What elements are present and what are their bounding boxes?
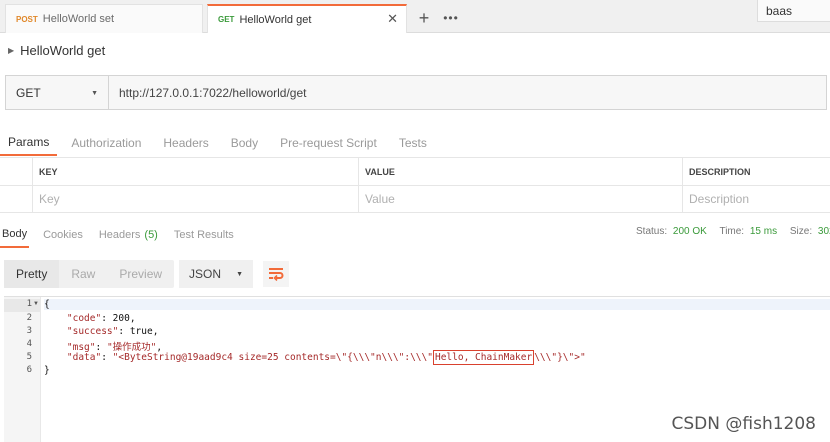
url-input[interactable]	[109, 76, 826, 109]
method-value: GET	[16, 85, 41, 100]
checkbox-cell	[0, 186, 32, 212]
response-tabs: Body Cookies Headers (5) Test Results	[0, 222, 248, 248]
key-cell	[32, 186, 358, 212]
method-select[interactable]: GET ▼	[6, 76, 109, 109]
code-line: "code": 200,	[44, 313, 136, 324]
status-label: Status:	[636, 226, 668, 237]
response-tab-test-results[interactable]: Test Results	[172, 222, 236, 248]
checkbox-column	[0, 158, 32, 185]
json-sep: :	[101, 352, 113, 363]
fold-icon[interactable]: ▼	[33, 301, 39, 307]
url-bar: GET ▼	[5, 75, 827, 110]
json-string: \\\"}\">"	[534, 352, 586, 363]
json-string: "<ByteString@19aad9c4 size=25 contents=\…	[112, 352, 433, 363]
request-title[interactable]: ▶ HelloWorld get	[8, 43, 105, 58]
watermark: CSDN @fish1208	[671, 414, 816, 434]
response-tab-body[interactable]: Body	[0, 222, 30, 248]
tab-bar: POST HelloWorld set GET HelloWorld get ✕…	[0, 0, 830, 33]
code-line: "msg": "操作成功",	[44, 339, 162, 353]
line-number: 2	[26, 313, 32, 323]
close-icon[interactable]: ✕	[387, 11, 398, 27]
request-tabs: Params Authorization Headers Body Pre-re…	[0, 130, 441, 156]
line-number: 5	[26, 352, 32, 362]
view-pretty-button[interactable]: Pretty	[4, 260, 60, 288]
tab-headers[interactable]: Headers	[155, 130, 216, 156]
tab-params[interactable]: Params	[0, 130, 58, 156]
json-key: "data"	[66, 352, 102, 363]
response-tab-headers[interactable]: Headers (5)	[97, 222, 160, 248]
description-input[interactable]	[689, 192, 830, 206]
add-tab-icon[interactable]: +	[412, 6, 436, 30]
time-value[interactable]: 15 ms	[750, 226, 777, 237]
code-line: "data": "<ByteString@19aad9c4 size=25 co…	[44, 350, 586, 365]
line-number-gutter: 1 ▼ 2 3 4 5 6	[4, 297, 41, 442]
params-table: KEY VALUE DESCRIPTION	[0, 157, 830, 213]
line-number: 3	[26, 326, 32, 336]
code-line: {	[44, 299, 830, 310]
value-input[interactable]	[365, 192, 682, 206]
more-icon[interactable]: •••	[438, 6, 464, 30]
size-value[interactable]: 302	[818, 226, 830, 237]
response-toolbar: Pretty Raw Preview JSON ▼	[4, 260, 290, 288]
column-header-key: KEY	[32, 158, 358, 185]
status-value: 200 OK	[672, 226, 707, 237]
request-tab-helloworld-get[interactable]: GET HelloWorld get ✕	[207, 4, 407, 33]
format-value: JSON	[189, 267, 222, 281]
column-header-value: VALUE	[358, 158, 682, 185]
code-line: }	[44, 365, 50, 376]
view-preview-button[interactable]: Preview	[107, 260, 174, 288]
tab-authorization[interactable]: Authorization	[63, 130, 149, 156]
code-brace: {	[44, 299, 50, 310]
response-tab-headers-label: Headers	[98, 229, 141, 241]
json-value: : true,	[118, 326, 159, 337]
request-tab-helloworld-set[interactable]: POST HelloWorld set	[5, 4, 203, 33]
environment-selector[interactable]: baas	[757, 0, 830, 22]
tab-body[interactable]: Body	[223, 130, 266, 156]
key-input[interactable]	[39, 192, 358, 206]
tab-tests[interactable]: Tests	[391, 130, 435, 156]
column-header-description: DESCRIPTION	[682, 158, 830, 185]
description-cell	[682, 186, 830, 212]
code-line: "success": true,	[44, 326, 159, 337]
tab-label: HelloWorld set	[42, 13, 115, 25]
highlighted-text: Hello, ChainMaker	[432, 350, 535, 365]
caret-right-icon: ▶	[8, 46, 15, 55]
wrap-lines-icon[interactable]	[263, 261, 290, 287]
headers-count-badge: (5)	[144, 229, 158, 241]
request-name: HelloWorld get	[20, 43, 106, 58]
format-select[interactable]: JSON ▼	[179, 260, 254, 288]
size-label: Size:	[789, 226, 813, 237]
time-label: Time:	[719, 226, 745, 237]
json-key: "success"	[66, 326, 119, 337]
tab-pre-request-script[interactable]: Pre-request Script	[272, 130, 385, 156]
view-raw-button[interactable]: Raw	[59, 260, 107, 288]
line-number: 6	[26, 365, 32, 375]
table-row	[0, 185, 830, 213]
method-badge-get: GET	[218, 15, 235, 24]
response-tab-cookies[interactable]: Cookies	[41, 222, 85, 248]
line-number: 4	[26, 339, 32, 349]
json-key: "code"	[66, 313, 102, 324]
code-brace: }	[44, 365, 50, 376]
table-header-row: KEY VALUE DESCRIPTION	[0, 157, 830, 185]
chevron-down-icon: ▼	[236, 271, 244, 278]
value-cell	[358, 186, 682, 212]
json-value: : 200,	[101, 313, 136, 324]
method-badge-post: POST	[16, 14, 38, 24]
view-mode-group: Pretty Raw Preview	[4, 260, 175, 288]
chevron-down-icon: ▼	[91, 90, 98, 97]
tab-label: HelloWorld get	[239, 13, 312, 26]
response-status-bar: Status: 200 OK Time: 15 ms Size: 302	[636, 226, 830, 237]
